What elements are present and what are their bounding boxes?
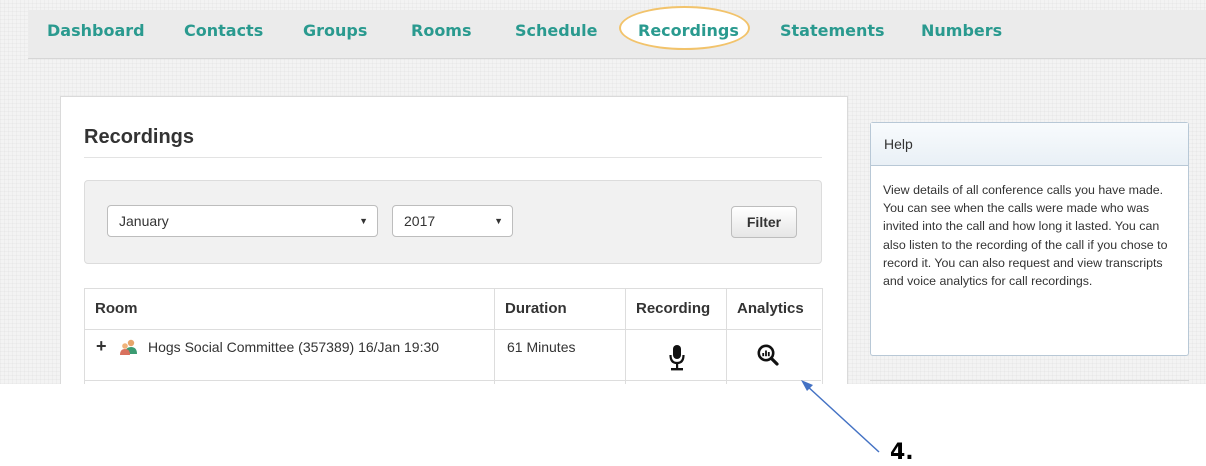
step-label: 4.: [890, 440, 914, 465]
annotation-arrow: [801, 380, 880, 453]
